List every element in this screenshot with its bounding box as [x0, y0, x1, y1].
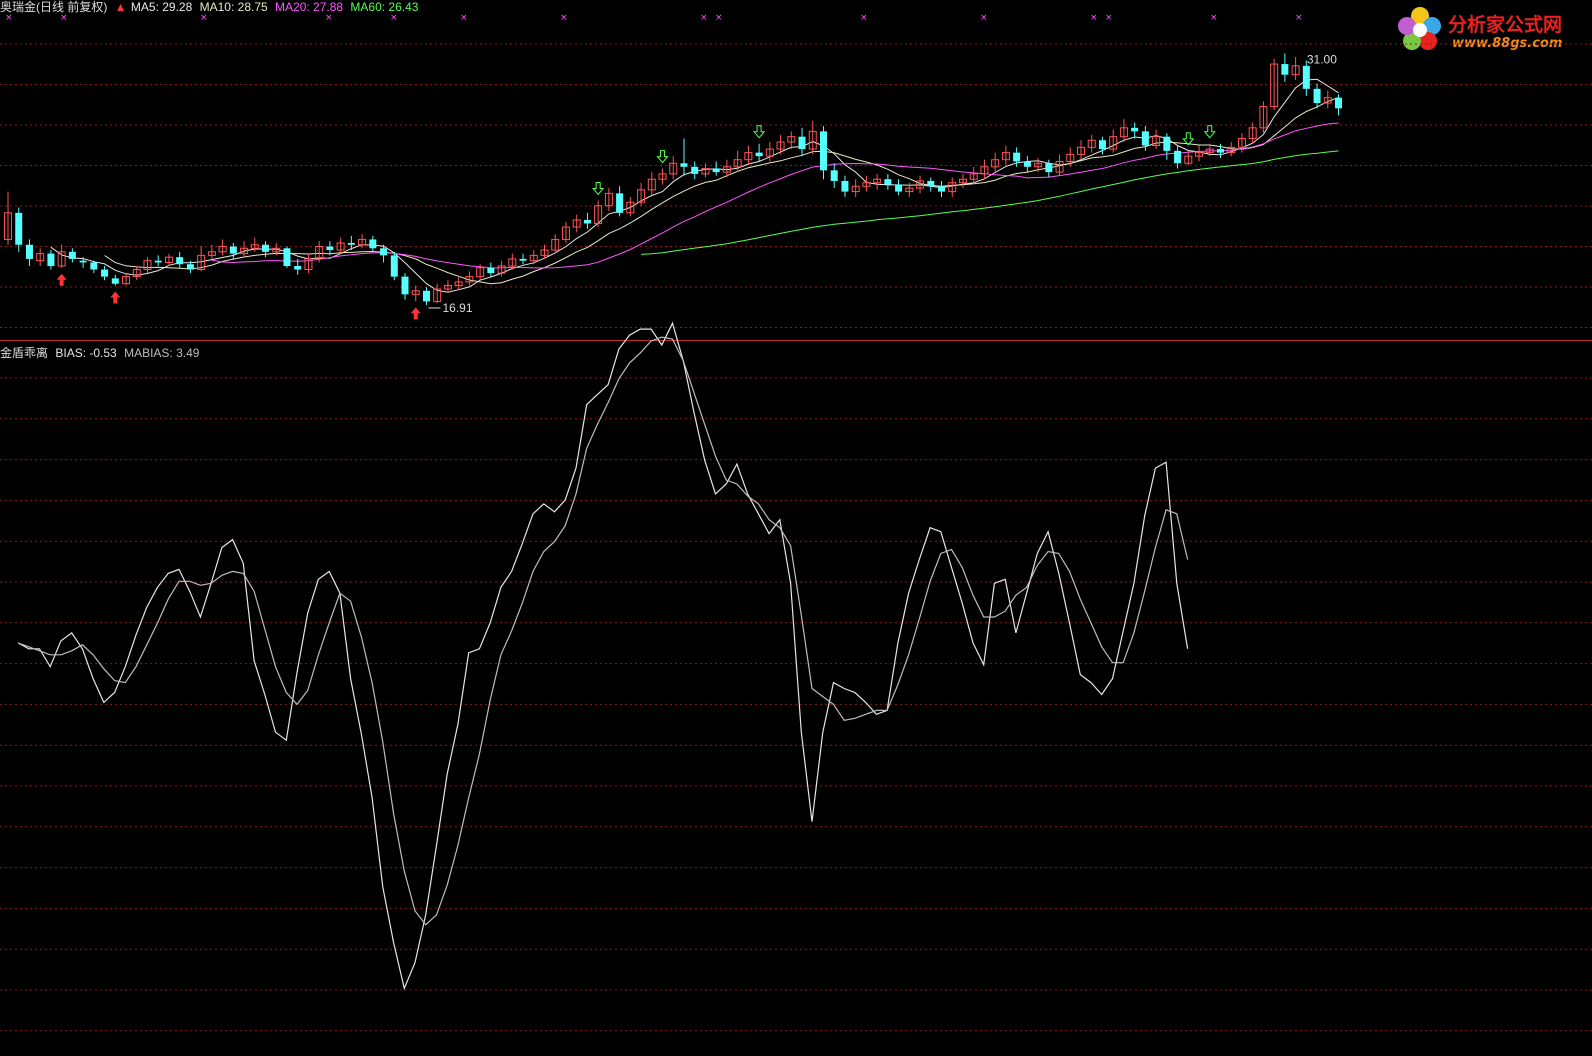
sell-arrow-icon [656, 150, 669, 164]
candle-body [68, 251, 76, 259]
sell-arrow-icon [753, 125, 766, 139]
moving-average-lines [50, 78, 1339, 293]
candle-body [1098, 140, 1106, 150]
candle-body [390, 255, 398, 277]
candle-body [1281, 64, 1289, 75]
cross-marker: × [700, 13, 708, 23]
candle-body [1023, 161, 1031, 167]
candle-body [79, 260, 87, 263]
candle-body [422, 290, 430, 302]
candle-body [1013, 152, 1021, 162]
buy-arrow-icon [110, 291, 121, 304]
cross-marker: × [200, 13, 208, 23]
mabias-line [17, 336, 1189, 926]
cross-marker: × [860, 13, 868, 23]
candle-body [380, 248, 388, 256]
candle-body [1131, 127, 1139, 132]
price-low-label: 16.91 [442, 301, 472, 315]
cross-marker: × [460, 13, 468, 23]
candle-body [1302, 65, 1310, 89]
candle-body [819, 131, 827, 171]
candle-body [47, 253, 55, 266]
candle-body [1313, 88, 1321, 104]
candle-body [798, 136, 806, 150]
candle-body [1163, 136, 1171, 151]
candle-body [1216, 149, 1224, 153]
bias-indicator-lines [17, 321, 1189, 991]
candle-body [487, 267, 495, 274]
cross-marker: × [1210, 13, 1218, 23]
candle-body [616, 193, 624, 213]
candle-body [680, 163, 688, 167]
candle-body [938, 186, 946, 192]
cross-marker: × [1105, 13, 1113, 23]
candle-body [519, 258, 527, 261]
candle-body [111, 278, 119, 284]
candle-body [369, 239, 377, 249]
cross-marker: × [325, 13, 333, 23]
candle-body [583, 219, 591, 224]
candle-body [401, 276, 409, 295]
candle-body [176, 257, 184, 265]
cross-marker: × [1090, 13, 1098, 23]
candle-body [294, 266, 302, 270]
candle-body [691, 166, 699, 174]
candle-body [830, 170, 838, 181]
signal-markers [56, 125, 1216, 320]
cross-marker: × [560, 13, 568, 23]
bias-line [17, 321, 1189, 991]
cross-marker: × [980, 13, 988, 23]
candle-body [262, 244, 270, 252]
ma60-line [641, 150, 1339, 255]
candle-body [712, 168, 720, 173]
top-row-markers: × × × × × × × × × × × × × × × [5, 13, 1303, 23]
candle-body [90, 262, 98, 270]
candle-body [101, 269, 109, 277]
candle-body [1141, 131, 1149, 146]
candle-body [895, 184, 903, 192]
price-extreme-labels: 31.00 16.91 [428, 52, 1337, 315]
candle-body [154, 260, 162, 263]
buy-arrow-icon [56, 273, 67, 286]
candle-body [15, 212, 23, 245]
candle-body [1174, 150, 1182, 164]
candle-body [884, 179, 892, 185]
candle-body [841, 180, 849, 192]
candle-body [755, 152, 763, 157]
candle-body [229, 246, 237, 254]
cross-marker: × [715, 13, 723, 23]
price-high-label: 31.00 [1307, 52, 1337, 66]
candlestick-series [4, 53, 1343, 305]
cross-marker: × [1295, 13, 1303, 23]
candle-body [1045, 163, 1053, 173]
sell-arrow-icon [592, 181, 605, 196]
candle-body [1335, 97, 1343, 109]
candle-body [326, 246, 334, 251]
candle-body [25, 244, 33, 259]
sell-arrow-icon [1203, 125, 1216, 139]
cross-marker: × [60, 13, 68, 23]
cross-marker: × [390, 13, 398, 23]
cross-marker: × [5, 13, 13, 23]
chart-canvas: × × × × × × × × × × × × × × × 31.00 16.91 [0, 13, 1592, 1032]
candle-body [927, 180, 935, 187]
candle-body [186, 264, 194, 270]
grid-lines [0, 43, 1592, 1032]
candle-body [347, 242, 355, 245]
candle-body [283, 248, 291, 266]
buy-arrow-icon [410, 307, 421, 320]
